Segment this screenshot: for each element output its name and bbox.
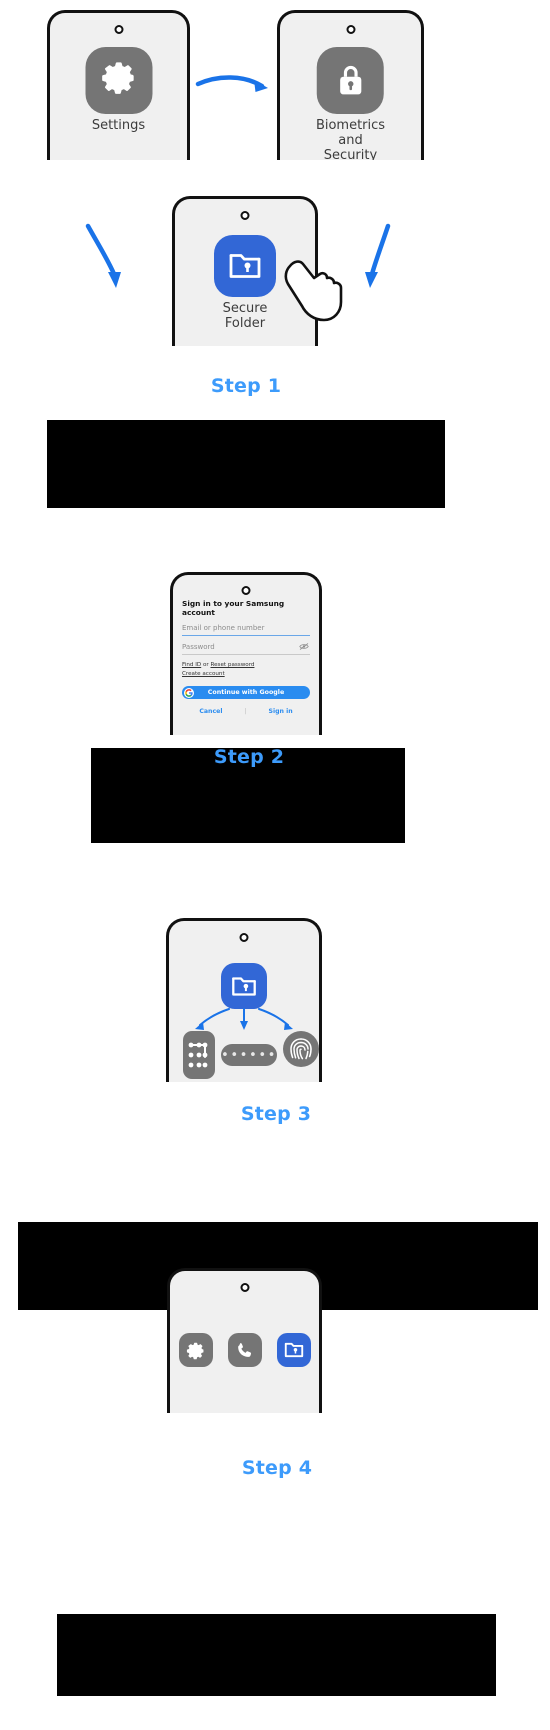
phone-biometrics: Biometrics and Security xyxy=(277,10,424,160)
secure-folder-icon[interactable] xyxy=(276,1333,311,1367)
google-g-icon xyxy=(184,687,194,698)
secure-folder-icon xyxy=(221,963,267,1009)
phone-lock-method: •••••• xyxy=(166,918,322,1082)
create-account-row: Create account xyxy=(182,670,310,679)
front-camera-icon xyxy=(114,25,123,34)
front-camera-icon xyxy=(346,25,355,34)
app-label-biometrics: Biometrics and Security xyxy=(315,118,386,160)
step-4-redaction-band xyxy=(57,1614,496,1696)
email-field[interactable]: Email or phone number xyxy=(182,624,310,636)
signin-action-row: Cancel | Sign in xyxy=(182,708,310,715)
action-separator: | xyxy=(244,708,247,716)
app-label-secure-folder: Secure Folder xyxy=(222,301,268,331)
samsung-signin-screen: Sign in to your Samsung account Email or… xyxy=(173,575,319,735)
password-field[interactable]: Password xyxy=(182,643,310,655)
phone-icon[interactable] xyxy=(227,1333,262,1367)
phone-samsung-signin: Sign in to your Samsung account Email or… xyxy=(170,572,322,735)
reset-password-link[interactable]: Reset password xyxy=(210,662,254,668)
gear-icon[interactable] xyxy=(178,1333,213,1367)
password-placeholder: Password xyxy=(182,643,215,651)
email-placeholder: Email or phone number xyxy=(182,624,265,632)
pin-dots: •••••• xyxy=(221,1047,277,1063)
curved-arrow-down-left-icon xyxy=(85,223,121,288)
create-account-link[interactable]: Create account xyxy=(182,671,225,677)
sign-in-button[interactable]: Sign in xyxy=(269,708,293,715)
front-camera-icon xyxy=(240,1283,249,1292)
cancel-button[interactable]: Cancel xyxy=(199,708,222,715)
app-label-biometrics-line1: Biometrics xyxy=(315,118,386,133)
secure-folder-icon xyxy=(214,235,276,297)
step-4-label: Step 4 xyxy=(241,1457,313,1479)
app-label-settings: Settings xyxy=(91,118,146,133)
app-tile-settings[interactable]: Settings xyxy=(85,47,152,134)
find-id-reset-row: Find ID or Reset password xyxy=(182,661,310,670)
app-drawer-row xyxy=(170,1333,319,1367)
gear-icon xyxy=(85,47,152,114)
step-1-redaction-band xyxy=(47,420,445,508)
front-camera-icon xyxy=(240,211,250,220)
curved-arrow-down-right-icon xyxy=(365,223,391,288)
step-1-label: Step 1 xyxy=(210,375,282,397)
padlock-icon xyxy=(317,47,384,114)
phone-settings: Settings xyxy=(47,10,190,160)
app-tile-secure-folder[interactable]: Secure Folder xyxy=(210,235,280,332)
continue-with-google-button[interactable]: Continue with Google xyxy=(182,686,310,700)
step-3-label: Step 3 xyxy=(240,1103,312,1125)
arrow-right-icon xyxy=(195,75,268,92)
signin-helper-links: Find ID or Reset password Create account xyxy=(182,661,310,678)
step-2-label: Step 2 xyxy=(213,746,285,768)
google-button-label: Continue with Google xyxy=(207,689,285,697)
phone-app-drawer xyxy=(167,1268,322,1413)
app-tile-biometrics[interactable]: Biometrics and Security xyxy=(315,47,386,160)
lock-method-screen: •••••• xyxy=(169,921,319,1082)
app-label-biometrics-line2: and Security xyxy=(323,132,378,160)
signin-title: Sign in to your Samsung account xyxy=(182,599,285,617)
find-id-link[interactable]: Find ID xyxy=(182,662,201,668)
pin-lock-icon: •••••• xyxy=(221,1044,277,1066)
tapping-hand-icon xyxy=(284,260,343,322)
pattern-lock-icon xyxy=(183,1031,215,1079)
eye-slash-icon[interactable] xyxy=(299,642,309,651)
fingerprint-icon xyxy=(283,1031,319,1067)
